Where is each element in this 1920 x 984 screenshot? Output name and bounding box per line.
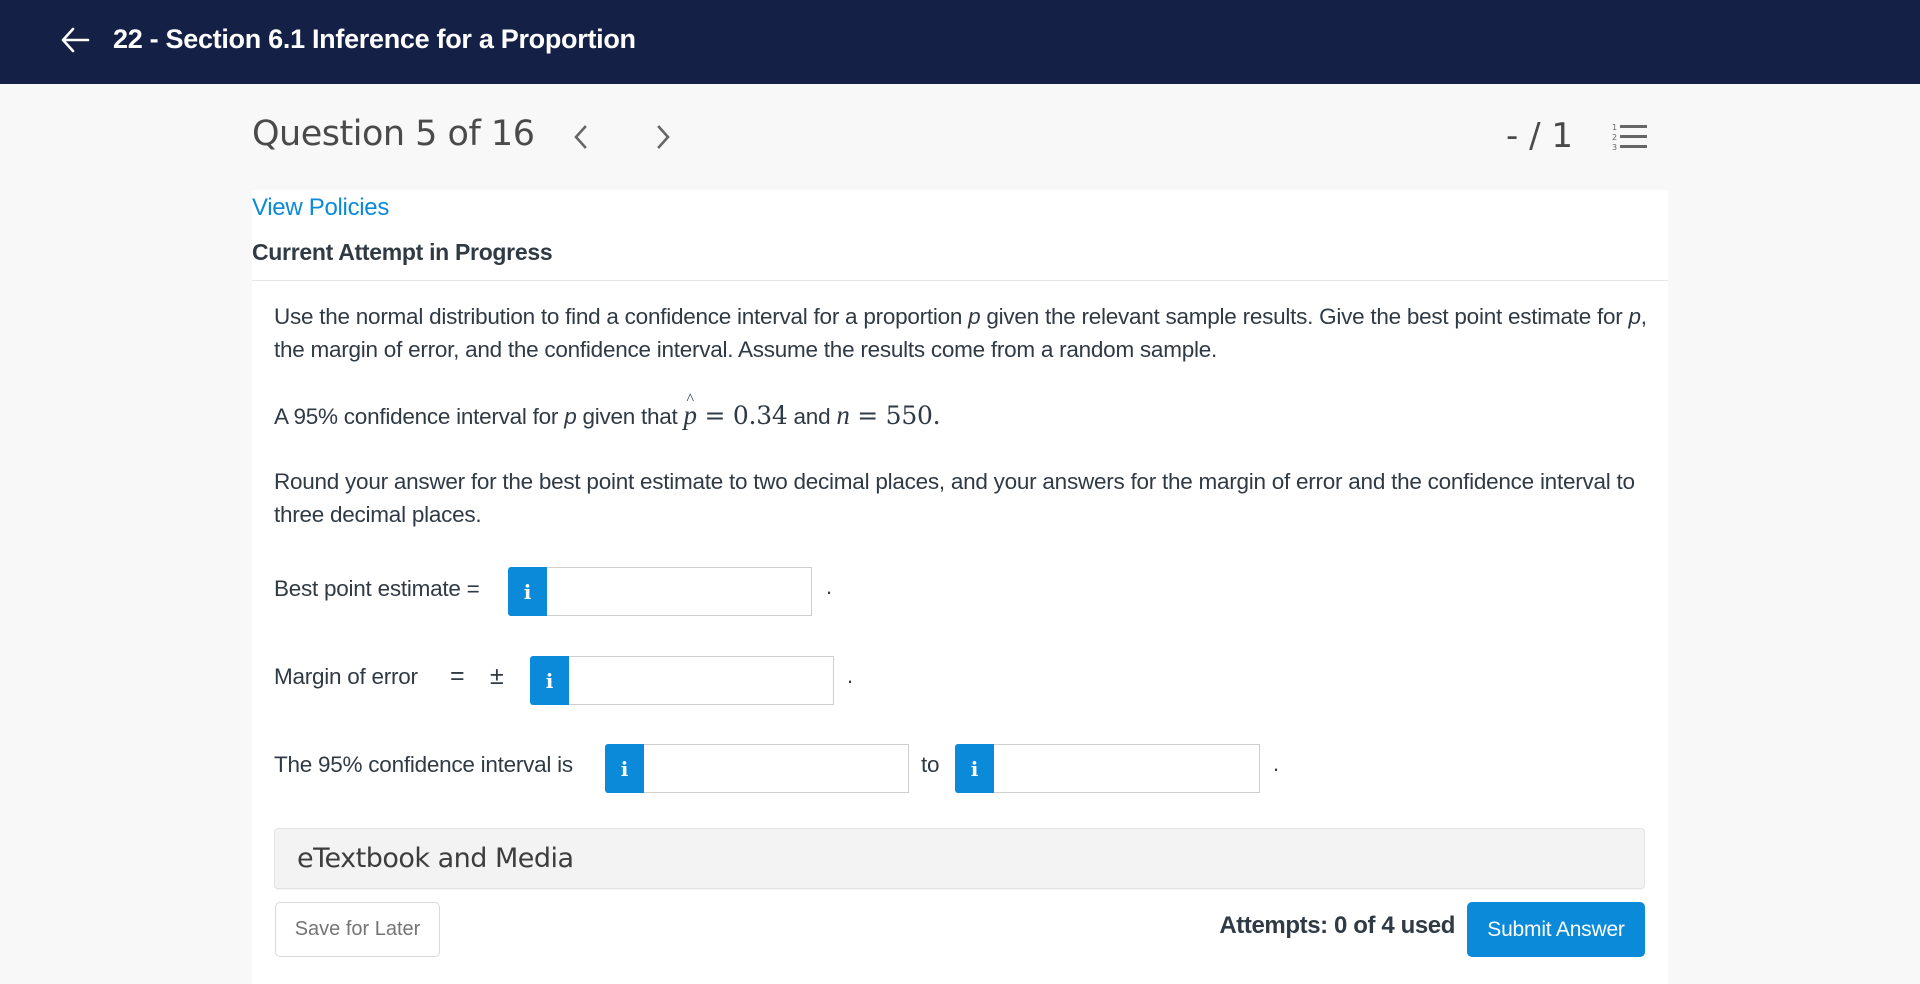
equals-sign: = <box>450 662 465 690</box>
assignment-title: 22 - Section 6.1 Inference for a Proport… <box>113 24 636 54</box>
hat-accent: ^ <box>686 391 695 408</box>
attempts-counter: Attempts: 0 of 4 used <box>1219 912 1455 939</box>
back-button[interactable] <box>56 24 94 60</box>
variable-p: p <box>1628 304 1642 329</box>
margin-of-error-info-button[interactable]: i <box>530 656 569 705</box>
arrow-left-icon <box>60 27 90 58</box>
ci-upper-info-button[interactable]: i <box>955 744 994 793</box>
info-icon: i <box>620 756 629 781</box>
submit-answer-button[interactable]: Submit Answer <box>1467 902 1645 957</box>
n-equation: n = 550. <box>836 400 941 430</box>
ci-upper-input[interactable] <box>994 744 1260 793</box>
etextbook-label: eTextbook and Media <box>297 843 574 874</box>
period: . <box>847 663 854 688</box>
instructions-text-1: Use the normal distribution to find a co… <box>274 304 969 329</box>
plus-minus-sign: ± <box>490 662 504 690</box>
ci-lower-info-button[interactable]: i <box>605 744 644 793</box>
confidence-interval-label: The 95% confidence interval is <box>274 752 573 777</box>
margin-of-error-input[interactable] <box>569 656 834 705</box>
divider <box>252 280 1668 281</box>
period: . <box>1273 751 1280 776</box>
instructions-text-2: given the relevant sample results. Give … <box>980 304 1629 329</box>
save-for-later-button[interactable]: Save for Later <box>275 902 440 957</box>
question-score: - / 1 <box>1506 116 1573 156</box>
info-icon: i <box>545 668 554 693</box>
point-estimate-label: Best point estimate = <box>274 576 480 601</box>
top-bar: 22 - Section 6.1 Inference for a Proport… <box>0 0 1920 84</box>
question-panel: View Policies Current Attempt in Progres… <box>252 190 1668 984</box>
phat-equation: ^ p = 0.34 <box>684 391 788 432</box>
variable-p: p <box>968 304 981 329</box>
view-policies-link[interactable]: View Policies <box>252 194 389 222</box>
etextbook-and-media-toggle[interactable]: eTextbook and Media <box>274 828 1645 889</box>
info-icon: i <box>970 756 979 781</box>
p-hat-symbol: ^ p <box>684 391 698 432</box>
variable-p: p <box>564 404 577 429</box>
given-and: and <box>787 404 837 429</box>
next-question-button[interactable] <box>648 120 678 154</box>
previous-question-button[interactable] <box>566 120 596 154</box>
rounding-instructions: Round your answer for the best point est… <box>274 469 1635 527</box>
question-instructions: Use the normal distribution to find a co… <box>274 300 1654 366</box>
n-symbol: n <box>836 400 850 430</box>
point-estimate-input[interactable] <box>547 567 812 616</box>
question-given: A 95% confidence interval for p given th… <box>274 391 1654 433</box>
n-value: = 550. <box>849 401 941 430</box>
phat-value: = 0.34 <box>696 401 788 430</box>
to-label: to <box>921 752 940 777</box>
chevron-right-icon <box>655 124 671 150</box>
question-counter: Question 5 of 16 <box>252 114 535 154</box>
svg-text:3: 3 <box>1612 143 1617 152</box>
numbered-list-icon: 1 2 3 <box>1610 123 1650 158</box>
info-icon: i <box>523 579 532 604</box>
point-estimate-info-button[interactable]: i <box>508 567 547 616</box>
question-list-button[interactable]: 1 2 3 <box>1610 120 1650 154</box>
margin-of-error-label: Margin of error <box>274 664 418 689</box>
svg-text:2: 2 <box>1612 133 1617 142</box>
chevron-left-icon <box>573 124 589 150</box>
svg-text:1: 1 <box>1612 123 1617 132</box>
attempt-status-heading: Current Attempt in Progress <box>252 239 553 265</box>
ci-lower-input[interactable] <box>644 744 909 793</box>
given-text-2: given that <box>576 404 684 429</box>
period: . <box>826 574 833 599</box>
given-text-1: A 95% confidence interval for <box>274 404 565 429</box>
